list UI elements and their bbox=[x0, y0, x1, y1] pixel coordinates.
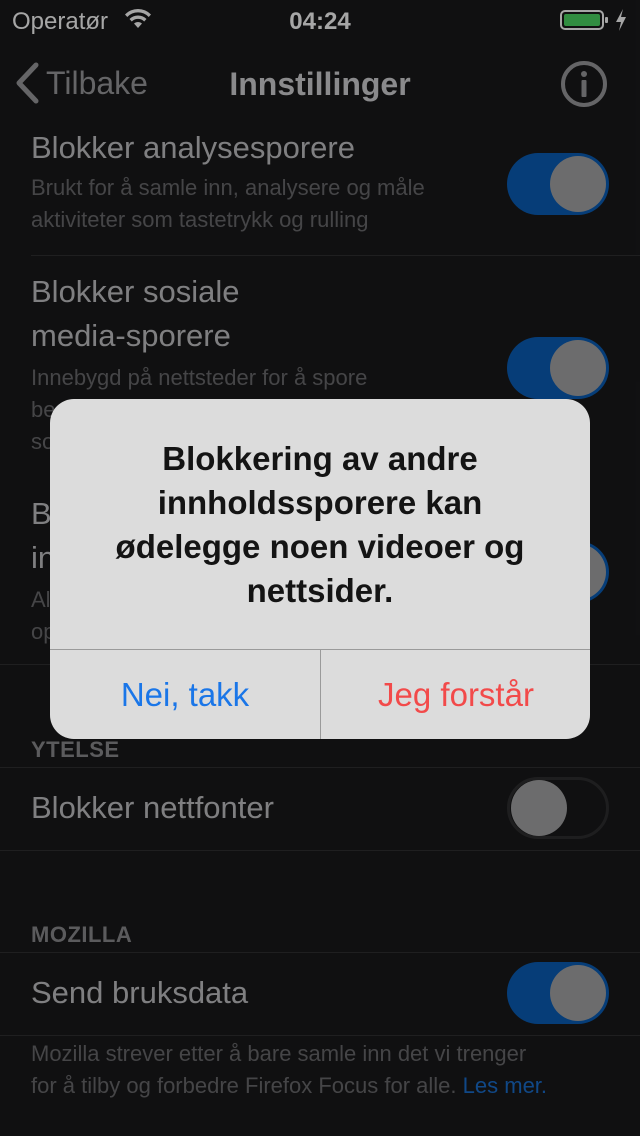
confirm-button[interactable]: Jeg forstår bbox=[321, 650, 590, 739]
cancel-button[interactable]: Nei, takk bbox=[50, 650, 320, 739]
message-line: innholdssporere kan bbox=[157, 484, 483, 521]
alert-message: Blokkering av andre innholdssporere kan … bbox=[80, 437, 560, 613]
message-line: ødelegge noen videoer og bbox=[115, 528, 525, 565]
message-line: nettsider. bbox=[246, 572, 394, 609]
message-line: Blokkering av andre bbox=[162, 440, 478, 477]
alert-dialog: Blokkering av andre innholdssporere kan … bbox=[50, 399, 590, 739]
